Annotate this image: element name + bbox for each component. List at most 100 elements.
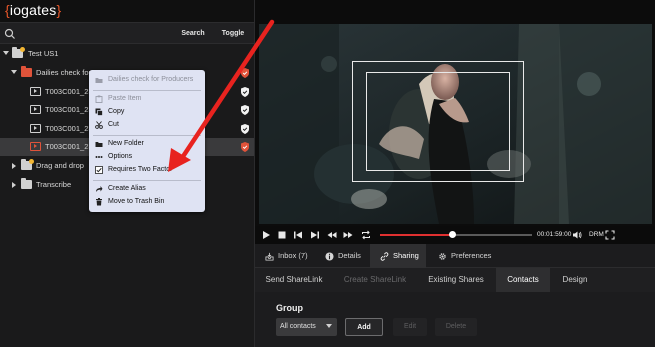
- new-folder-icon: [95, 142, 103, 147]
- loop-icon[interactable]: [361, 230, 371, 240]
- video-file-icon: [30, 124, 41, 133]
- shield-white-icon: [241, 124, 249, 134]
- tab-label: Sharing: [393, 251, 419, 260]
- menu-item-label: Requires Two Factor: [108, 166, 173, 173]
- tree-item-label: Drag and drop: [36, 161, 84, 170]
- folder-badge-icon: [20, 47, 25, 52]
- tree-item-label: Transcribe: [36, 180, 72, 189]
- tree-item-label: T003C001_23: [45, 124, 93, 133]
- tab-inbox[interactable]: Inbox (7): [263, 244, 310, 268]
- timecode: 00:01:59:00: [537, 231, 572, 238]
- play-icon[interactable]: [261, 230, 271, 240]
- menu-item-label: Options: [108, 153, 133, 160]
- shield-red-icon: [241, 142, 249, 152]
- tab-label: Inbox (7): [278, 251, 308, 260]
- context-menu: Dailies check for Producers Paste Item C…: [89, 70, 205, 212]
- folder-icon: [95, 78, 103, 83]
- skip-back-icon[interactable]: [293, 230, 303, 240]
- expand-caret-icon[interactable]: [3, 51, 9, 55]
- search-button[interactable]: Search: [178, 23, 208, 45]
- tree-item-project[interactable]: Test US1: [0, 45, 254, 63]
- menu-item-folder-name: Dailies check for Producers: [89, 74, 205, 87]
- menu-item-label: Dailies check for Producers: [108, 76, 194, 83]
- drm-label[interactable]: DRM: [589, 231, 604, 238]
- search-bar: Search Toggle: [0, 22, 254, 44]
- tab-details[interactable]: Details: [323, 244, 363, 268]
- sharing-subtabs: Send ShareLink Create ShareLink Existing…: [255, 268, 655, 292]
- subtab-contacts[interactable]: Contacts: [496, 268, 550, 292]
- collapse-caret-icon[interactable]: [12, 163, 16, 169]
- shield-white-icon: [241, 87, 249, 97]
- menu-item-label: Paste Item: [108, 95, 142, 102]
- tree-item-label: Dailies check for: [36, 68, 92, 77]
- video-file-icon: [30, 87, 41, 96]
- subtab-create-sharelink: Create ShareLink: [343, 275, 407, 284]
- player-controls: 00:01:59:00 DRM: [255, 226, 655, 244]
- volume-icon[interactable]: [572, 230, 582, 240]
- video-file-icon: [30, 142, 41, 151]
- menu-item-create-alias[interactable]: Create Alias: [89, 183, 205, 196]
- skip-forward-icon[interactable]: [310, 230, 320, 240]
- dots-icon: [95, 156, 103, 158]
- safe-area-inner-frame: [366, 72, 510, 171]
- video-player: [255, 0, 655, 226]
- checkbox-checked-icon: [95, 166, 103, 174]
- subtab-send-sharelink[interactable]: Send ShareLink: [255, 268, 333, 292]
- chevron-down-icon: [326, 324, 332, 328]
- iogates-logo[interactable]: {iogates}: [5, 2, 61, 18]
- toggle-button[interactable]: Toggle: [216, 23, 250, 45]
- progress-track[interactable]: [380, 231, 532, 238]
- menu-item-label: Create Alias: [108, 185, 146, 192]
- delete-button: Delete: [435, 318, 477, 336]
- tab-preferences[interactable]: Preferences: [436, 244, 493, 268]
- progress-handle[interactable]: [449, 231, 457, 238]
- video-frame[interactable]: [259, 24, 652, 224]
- subtab-existing-shares[interactable]: Existing Shares: [417, 268, 495, 292]
- menu-item-label: New Folder: [108, 140, 144, 147]
- progress-fill: [380, 234, 453, 236]
- tab-label: Preferences: [451, 251, 492, 260]
- select-value: All contacts: [280, 323, 316, 330]
- copy-icon: [95, 108, 103, 116]
- fast-forward-icon[interactable]: [343, 230, 353, 240]
- search-icon[interactable]: [4, 28, 16, 40]
- menu-item-move-to-trash[interactable]: Move to Trash Bin: [89, 196, 205, 209]
- edit-button: Edit: [393, 318, 427, 336]
- menu-divider: [93, 90, 201, 91]
- panel-tabs: Inbox (7) Details Sharing Preferences: [255, 244, 655, 268]
- tree-item-label: T003C001_23: [45, 142, 93, 151]
- menu-divider: [93, 135, 201, 136]
- tree-item-label: T003C001_23: [45, 87, 93, 96]
- expand-caret-icon[interactable]: [11, 70, 17, 74]
- menu-item-label: Move to Trash Bin: [108, 198, 165, 205]
- paste-icon: [95, 95, 103, 103]
- menu-item-copy[interactable]: Copy: [89, 106, 205, 119]
- shield-red-icon: [241, 68, 249, 78]
- tab-label: Details: [338, 251, 361, 260]
- menu-item-new-folder[interactable]: New Folder: [89, 138, 205, 151]
- red-folder-icon: [21, 66, 32, 77]
- menu-divider: [93, 180, 201, 181]
- alias-arrow-icon: [96, 186, 103, 192]
- menu-item-cut[interactable]: Cut: [89, 119, 205, 132]
- stop-icon[interactable]: [277, 230, 287, 240]
- rewind-icon[interactable]: [327, 230, 337, 240]
- fullscreen-icon[interactable]: [605, 230, 615, 240]
- folder-icon: [21, 178, 32, 189]
- subtab-design[interactable]: Design: [552, 268, 598, 292]
- tab-sharing[interactable]: Sharing: [370, 244, 426, 268]
- logo-bar: {iogates}: [0, 0, 254, 22]
- menu-item-options[interactable]: Options: [89, 151, 205, 164]
- tree-item-label: T003C001_23: [45, 105, 93, 114]
- menu-item-requires-two-factor[interactable]: Requires Two Factor: [89, 164, 205, 177]
- collapse-caret-icon[interactable]: [12, 182, 16, 188]
- scissors-icon: [95, 121, 103, 129]
- add-button[interactable]: Add: [345, 318, 383, 336]
- gear-icon: [439, 252, 446, 260]
- menu-item-paste: Paste Item: [89, 93, 205, 106]
- preview-panel: 00:01:59:00 DRM Inbox (7) Details Sharin…: [254, 0, 655, 347]
- info-icon: [325, 251, 334, 261]
- contacts-group-select[interactable]: All contacts: [276, 318, 337, 336]
- menu-item-label: Copy: [108, 108, 125, 115]
- link-icon: [380, 251, 389, 261]
